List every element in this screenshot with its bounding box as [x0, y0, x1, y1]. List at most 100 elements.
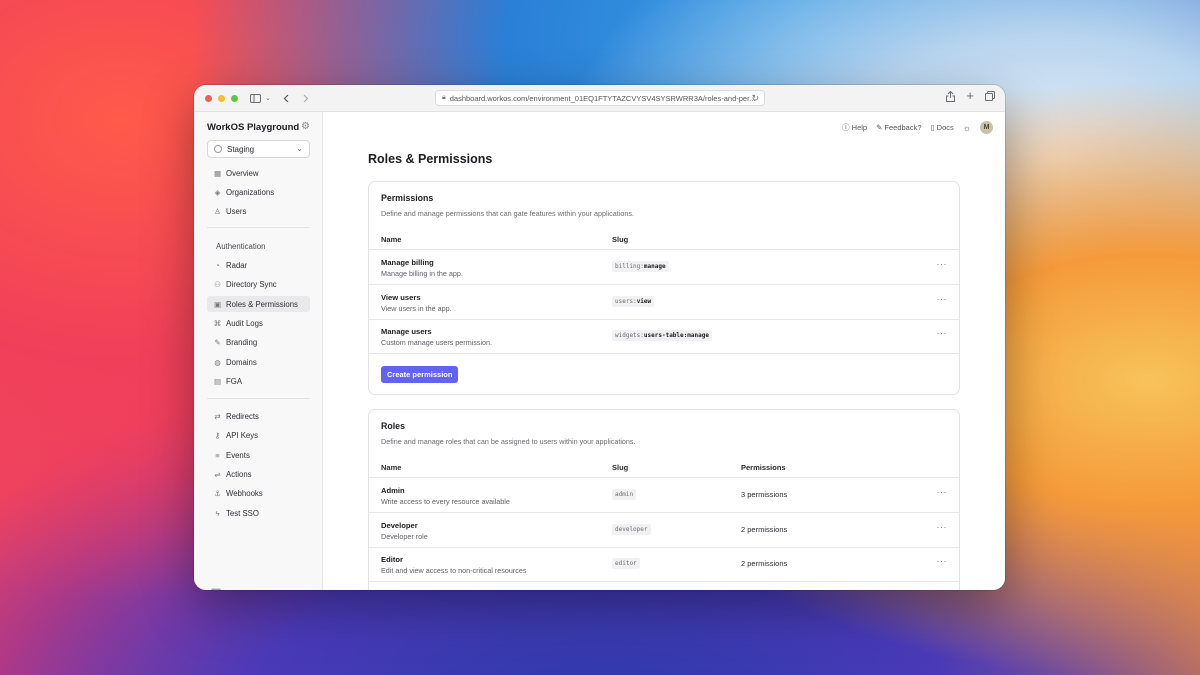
role-slug: editor [612, 558, 640, 569]
table-row[interactable]: Manage billing Manage billing in the app… [369, 250, 959, 284]
more-options-icon[interactable]: ··· [937, 328, 948, 338]
events-icon: ≡ [215, 450, 220, 460]
column-header-name: Name [381, 235, 402, 244]
help-link[interactable]: ⓘ Help [842, 122, 867, 133]
sidebar-item-label: Users [226, 206, 247, 216]
close-window-button[interactable] [205, 94, 212, 102]
slug-action: view [636, 298, 652, 305]
feedback-label: Feedback? [884, 123, 922, 132]
page-title: Roles & Permissions [368, 152, 493, 166]
feedback-icon: ✎ [876, 123, 883, 132]
sidebar-item-roles-permissions[interactable]: ▣ Roles & Permissions [207, 296, 310, 312]
roles-card: Roles Define and manage roles that can b… [368, 409, 960, 590]
more-options-icon[interactable]: ··· [937, 294, 948, 304]
sidebar-item-directory-sync[interactable]: ⚇ Directory Sync [207, 276, 310, 292]
sidebar-item-radar[interactable]: ◔ Radar [207, 257, 310, 273]
sidebar-item-domains[interactable]: ◍ Domains [207, 354, 310, 370]
sidebar-item-label: Test SSO [226, 508, 259, 518]
role-name: Developer [381, 521, 418, 530]
sidebar-item-label: Directory Sync [226, 279, 277, 289]
permission-name: View users [381, 293, 421, 302]
create-permission-button[interactable]: Create permission [381, 366, 459, 383]
slug-prefix: billing: [615, 263, 644, 270]
sidebar-item-webhooks[interactable]: ⚓︎ Webhooks [207, 485, 310, 501]
section-label-authentication: Authentication [216, 242, 266, 251]
theme-toggle-sun-icon[interactable]: ☼ [963, 123, 971, 133]
tabs-overview-icon[interactable] [985, 91, 995, 105]
reload-icon[interactable]: ↻ [751, 93, 759, 104]
role-description: Edit and view access to non-critical res… [381, 566, 527, 575]
sidebar-item-label: Organizations [226, 187, 275, 197]
sidebar-item-label: Actions [226, 469, 252, 479]
table-divider [369, 353, 959, 354]
column-header-permissions: Permissions [741, 463, 786, 472]
layers-icon: ◈ [214, 187, 221, 197]
more-options-icon[interactable]: ··· [937, 522, 948, 532]
sidebar-item-fga[interactable]: ▤ FGA [207, 373, 310, 389]
workspace-name: WorkOS Playground [207, 122, 300, 133]
sidebar-item-audit-logs[interactable]: ⌘ Audit Logs [207, 315, 310, 331]
role-name: Editor [381, 555, 403, 564]
minimize-window-button[interactable] [218, 94, 225, 102]
sidebar-item-label: Redirects [226, 411, 259, 421]
fga-icon: ▤ [213, 376, 222, 386]
key-icon: ⚷ [214, 430, 221, 440]
roles-title: Roles [381, 421, 405, 431]
permission-slug: widgets:users-table:manage [612, 330, 712, 341]
table-row[interactable]: Editor Edit and view access to non-criti… [369, 547, 959, 581]
sidebar-item-organizations[interactable]: ◈ Organizations [207, 184, 310, 200]
sidebar-item-actions[interactable]: ⇌ Actions [207, 466, 310, 482]
roles-icon: ▣ [213, 299, 222, 309]
avatar[interactable]: M [980, 121, 993, 134]
sidebar-item-label: API Keys [226, 430, 259, 440]
bolt-icon: ϟ [215, 508, 220, 518]
sidebar-item-test-sso[interactable]: ϟ Test SSO [207, 505, 310, 521]
permission-description: View users in the app. [381, 304, 452, 313]
sidebar: WorkOS Playground ⚙ Staging ⌄ ▦ Overview… [194, 112, 323, 590]
sidebar-toggle-icon[interactable] [250, 93, 261, 103]
sidebar-item-api-keys[interactable]: ⚷ API Keys [207, 427, 310, 443]
role-permission-count: 3 permissions [741, 490, 788, 499]
slug-prefix: users: [615, 298, 637, 305]
more-options-icon[interactable]: ··· [937, 556, 948, 566]
table-row[interactable]: Manage users Custom manage users permiss… [369, 319, 959, 353]
help-circle-icon: ⓘ [842, 123, 850, 132]
table-row[interactable]: View users View users in the app. users:… [369, 285, 959, 319]
maximize-window-button[interactable] [231, 94, 238, 102]
address-bar[interactable]: 🔒︎ dashboard.workos.com/environment_01EQ… [435, 90, 765, 106]
feedback-link[interactable]: ✎ Feedback? [876, 123, 921, 132]
chevron-down-icon[interactable]: ⌄ [265, 94, 271, 102]
sidebar-item-overview[interactable]: ▦ Overview [207, 165, 310, 181]
more-options-icon[interactable]: ··· [937, 487, 948, 497]
sidebar-item-label: Overview [226, 168, 259, 178]
slug-action: users-table:manage [643, 332, 709, 339]
back-icon[interactable] [283, 94, 289, 103]
docs-link[interactable]: ▯ Docs [931, 123, 954, 132]
role-permission-count: 2 permissions [741, 525, 788, 534]
environment-label: Staging [227, 144, 255, 154]
sidebar-item-users[interactable]: ♙ Users [207, 203, 310, 219]
address-url: dashboard.workos.com/environment_01EQ1FT… [449, 93, 756, 103]
share-icon[interactable] [946, 90, 956, 105]
table-row[interactable]: Admin Write access to every resource ava… [369, 478, 959, 512]
webhook-icon: ⚓︎ [214, 488, 221, 498]
chevron-down-icon: ⌄ [296, 144, 303, 153]
table-row[interactable]: Developer Developer role developer 2 per… [369, 513, 959, 547]
more-options-icon[interactable]: ··· [937, 259, 948, 269]
docs-label: Docs [936, 123, 954, 132]
settings-gear-icon[interactable]: ⚙ [301, 121, 310, 132]
permission-description: Custom manage users permission. [381, 338, 493, 347]
slug-action: manage [643, 263, 666, 270]
sidebar-item-events[interactable]: ≡ Events [207, 447, 310, 463]
permission-slug: billing:manage [612, 261, 669, 272]
role-description: Write access to every resource available [381, 497, 510, 506]
sidebar-item-redirects[interactable]: ⇄ Redirects [207, 408, 310, 424]
new-tab-icon[interactable]: + [966, 89, 974, 105]
sidebar-item-branding[interactable]: ✎ Branding [207, 334, 310, 350]
environment-select[interactable]: Staging ⌄ [207, 140, 310, 158]
brush-icon: ✎ [214, 337, 221, 347]
forward-icon[interactable] [303, 94, 309, 103]
grid-icon: ▦ [213, 168, 222, 178]
sidebar-item-label: Audit Logs [226, 318, 263, 328]
sidebar-divider [207, 398, 310, 399]
